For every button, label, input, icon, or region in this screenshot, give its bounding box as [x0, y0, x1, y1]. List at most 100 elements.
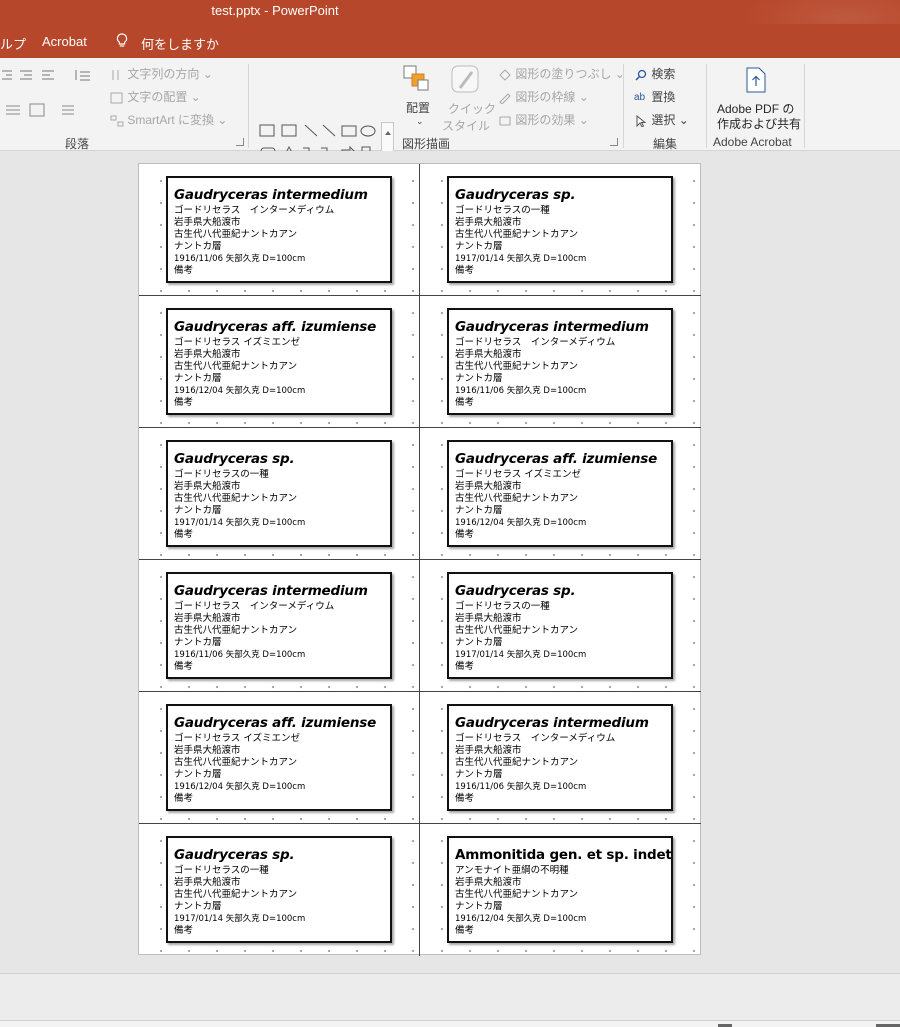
create-pdf-button[interactable]: Adobe PDF の 作成および共有: [715, 66, 802, 131]
specimen-record: 1916/11/06 矢部久克 D=100cm: [174, 650, 306, 660]
specimen-locality: 岩手県大船渡市: [174, 745, 241, 756]
specimen-label-card[interactable]: Gaudryceras sp. ゴードリセラスの一種 岩手県大船渡市 古生代八代亜紀ナ…: [166, 836, 392, 943]
paragraph-indent-row: [0, 67, 100, 86]
specimen-formation: ナントカ層: [455, 901, 503, 912]
label-cell: Gaudryceras intermedium ゴードリセラス インターメディウム…: [420, 692, 701, 824]
specimen-formation: ナントカ層: [174, 373, 222, 384]
label-cell: Gaudryceras aff. izumiense ゴードリセラス イズミエンゼ…: [420, 428, 701, 560]
specimen-record: 1916/12/04 矢部久克 D=100cm: [174, 386, 306, 396]
notes-pane[interactable]: [0, 973, 900, 1020]
specimen-label-card[interactable]: Gaudryceras intermedium ゴードリセラス インターメディウム…: [447, 704, 673, 811]
specimen-label-card[interactable]: Gaudryceras sp. ゴードリセラスの一種 岩手県大船渡市 古生代八代亜紀ナ…: [166, 440, 392, 547]
specimen-name: Gaudryceras intermedium: [174, 187, 368, 203]
specimen-name: Gaudryceras intermedium: [174, 583, 368, 599]
create-pdf-label-2: 作成および共有: [717, 117, 802, 131]
specimen-label-card[interactable]: Gaudryceras intermedium ゴードリセラス インターメディウム…: [166, 572, 392, 679]
specimen-name: Gaudryceras aff. izumiense: [174, 715, 377, 731]
quick-styles-label-1: クイック: [448, 102, 497, 116]
specimen-kana: ゴードリセラス イズミエンゼ: [174, 337, 301, 348]
specimen-kana: ゴードリセラスの一種: [174, 865, 269, 876]
text-direction-icon: [110, 69, 124, 81]
specimen-era: 古生代八代亜紀ナントカアン: [455, 361, 579, 372]
specimen-era: 古生代八代亜紀ナントカアン: [174, 229, 298, 240]
paint-bucket-icon: [498, 69, 512, 81]
shape-effects-label: 図形の効果: [515, 113, 576, 127]
specimen-label-card[interactable]: Gaudryceras sp. ゴードリセラスの一種 岩手県大船渡市 古生代八代亜紀ナ…: [447, 176, 673, 283]
specimen-locality: 岩手県大船渡市: [174, 481, 241, 492]
specimen-record: 1917/01/14 矢部久克 D=100cm: [455, 254, 587, 264]
shape-outline-button[interactable]: 図形の枠線 ⌄: [498, 88, 589, 105]
group-separator: [804, 64, 805, 148]
specimen-label-card[interactable]: Gaudryceras sp. ゴードリセラスの一種 岩手県大船渡市 古生代八代亜紀ナ…: [447, 572, 673, 679]
specimen-note: 備考: [455, 925, 475, 936]
smartart-button[interactable]: SmartArt に変換 ⌄: [110, 111, 227, 128]
specimen-label-card[interactable]: Gaudryceras intermedium ゴードリセラス インターメディウム…: [166, 176, 392, 283]
group-separator: [248, 64, 249, 148]
group-separator: [706, 64, 707, 148]
specimen-name: Gaudryceras intermedium: [455, 715, 649, 731]
specimen-note: 備考: [174, 793, 194, 804]
specimen-formation: ナントカ層: [455, 505, 503, 516]
quick-styles-button[interactable]: クイック スタイル: [442, 64, 496, 134]
specimen-label-card[interactable]: Gaudryceras intermedium ゴードリセラス インターメディウム…: [447, 308, 673, 415]
smartart-icon: [110, 115, 124, 127]
paragraph-group-label: 段落: [65, 137, 90, 151]
specimen-era: 古生代八代亜紀ナントカアン: [455, 757, 579, 768]
group-separator: [623, 64, 624, 148]
paragraph-align-row: [0, 103, 90, 122]
paragraph-dialog-launcher[interactable]: [236, 138, 244, 146]
specimen-era: 古生代八代亜紀ナントカアン: [455, 889, 579, 900]
shape-fill-button[interactable]: 図形の塗りつぶし ⌄: [498, 65, 625, 82]
specimen-name: Gaudryceras sp.: [174, 847, 295, 863]
specimen-label-card[interactable]: Gaudryceras aff. izumiense ゴードリセラス イズミエンゼ…: [166, 308, 392, 415]
specimen-era: 古生代八代亜紀ナントカアン: [174, 625, 298, 636]
specimen-locality: 岩手県大船渡市: [455, 877, 522, 888]
align-text-button[interactable]: 文字の配置 ⌄: [110, 88, 201, 105]
specimen-locality: 岩手県大船渡市: [455, 481, 522, 492]
label-cell: Gaudryceras sp. ゴードリセラスの一種 岩手県大船渡市 古生代八代亜紀ナ…: [420, 164, 701, 296]
label-cell: Ammonitida gen. et sp. indet アンモナイト亜綱の不明種…: [420, 824, 701, 956]
specimen-name: Ammonitida gen. et sp. indet: [455, 847, 672, 863]
specimen-note: 備考: [174, 529, 194, 540]
lightbulb-icon: [116, 33, 128, 49]
specimen-locality: 岩手県大船渡市: [455, 745, 522, 756]
specimen-era: 古生代八代亜紀ナントカアン: [174, 493, 298, 504]
label-cell: Gaudryceras intermedium ゴードリセラス インターメディウム…: [420, 296, 701, 428]
specimen-label-card[interactable]: Ammonitida gen. et sp. indet アンモナイト亜綱の不明種…: [447, 836, 673, 943]
specimen-record: 1916/12/04 矢部久克 D=100cm: [455, 518, 587, 528]
specimen-name: Gaudryceras aff. izumiense: [455, 451, 658, 467]
specimen-era: 古生代八代亜紀ナントカアン: [455, 493, 579, 504]
drawing-dialog-launcher[interactable]: [610, 138, 618, 146]
specimen-kana: ゴードリセラス インターメディウム: [174, 205, 335, 216]
specimen-kana: ゴードリセラスの一種: [455, 601, 550, 612]
title-bar: test.pptx - PowerPoint: [0, 0, 900, 58]
specimen-formation: ナントカ層: [455, 241, 503, 252]
specimen-formation: ナントカ層: [455, 373, 503, 384]
specimen-locality: 岩手県大船渡市: [455, 349, 522, 360]
replace-button[interactable]: ab 置換: [634, 88, 675, 105]
tab-help[interactable]: ルプ: [0, 34, 26, 53]
find-button[interactable]: 検索: [634, 65, 675, 82]
slide-canvas[interactable]: Gaudryceras intermedium ゴードリセラス インターメディウム…: [138, 163, 701, 956]
text-direction-button[interactable]: 文字列の方向 ⌄: [110, 65, 213, 82]
select-button[interactable]: 選択 ⌄: [634, 111, 689, 128]
specimen-label-card[interactable]: Gaudryceras aff. izumiense ゴードリセラス イズミエンゼ…: [447, 440, 673, 547]
specimen-record: 1916/11/06 矢部久克 D=100cm: [455, 386, 587, 396]
specimen-note: 備考: [455, 529, 475, 540]
label-cell: Gaudryceras aff. izumiense ゴードリセラス イズミエンゼ…: [139, 692, 420, 824]
replace-label: 置換: [651, 90, 676, 104]
specimen-kana: ゴードリセラス イズミエンゼ: [174, 733, 301, 744]
quick-styles-label-2: スタイル: [442, 119, 491, 133]
window-title: test.pptx - PowerPoint: [211, 3, 339, 18]
label-cell: Gaudryceras aff. izumiense ゴードリセラス イズミエンゼ…: [139, 296, 420, 428]
status-bar: [0, 1020, 900, 1027]
specimen-kana: ゴードリセラス インターメディウム: [455, 337, 616, 348]
shape-outline-label: 図形の枠線: [515, 90, 576, 104]
specimen-record: 1916/11/06 矢部久克 D=100cm: [455, 782, 587, 792]
tab-acrobat[interactable]: Acrobat: [42, 34, 87, 49]
specimen-era: 古生代八代亜紀ナントカアン: [174, 889, 298, 900]
tell-me-search[interactable]: 何をしますか: [141, 34, 219, 53]
specimen-label-card[interactable]: Gaudryceras aff. izumiense ゴードリセラス イズミエンゼ…: [166, 704, 392, 811]
shape-effects-button[interactable]: 図形の効果 ⌄: [498, 111, 589, 128]
specimen-formation: ナントカ層: [455, 769, 503, 780]
